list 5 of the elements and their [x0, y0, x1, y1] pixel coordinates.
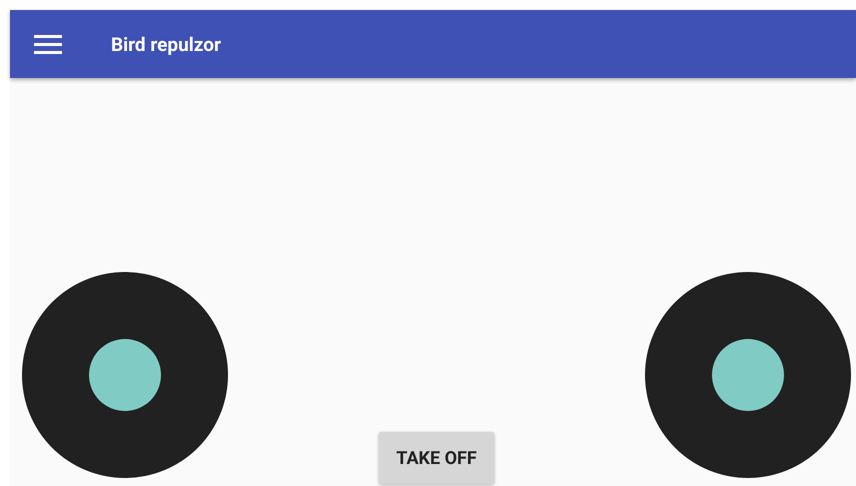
take-off-button[interactable]: TAKE OFF: [379, 432, 494, 484]
app-title: Bird repulzor: [111, 32, 221, 56]
menu-icon[interactable]: [34, 34, 62, 54]
joystick[interactable]: [22, 272, 228, 478]
joystick[interactable]: [645, 272, 851, 478]
